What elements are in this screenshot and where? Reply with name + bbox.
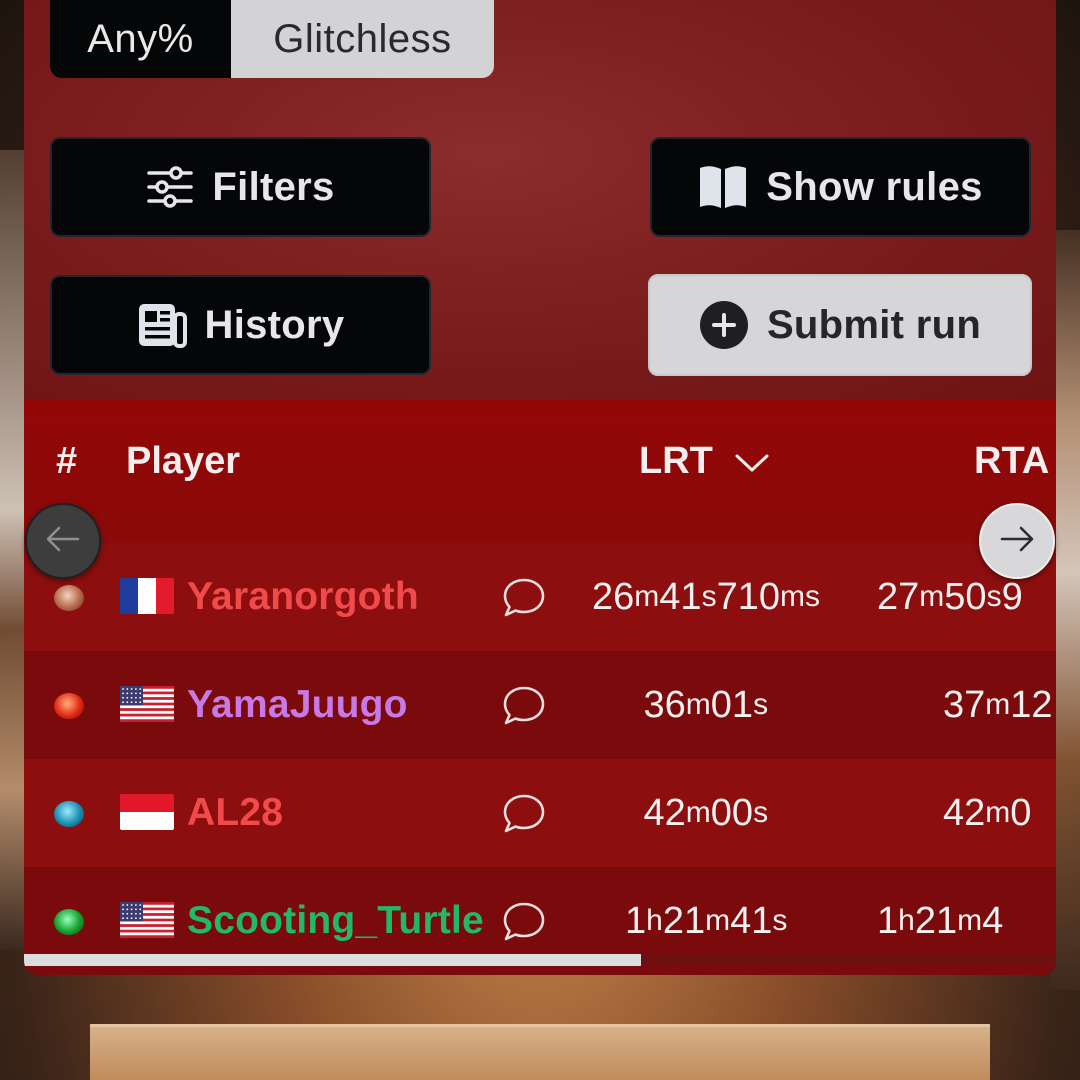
arrow-left-icon bbox=[45, 525, 81, 558]
red-trophy-icon bbox=[54, 693, 84, 719]
sliders-icon bbox=[146, 166, 194, 208]
rta-time: 42 m 0 bbox=[943, 791, 1032, 834]
show-rules-label: Show rules bbox=[766, 164, 983, 209]
horizontal-scrollbar[interactable] bbox=[24, 954, 1056, 966]
scroll-right-button[interactable] bbox=[979, 503, 1055, 579]
rank-header: # bbox=[56, 440, 78, 482]
player-name-link[interactable]: AL28 bbox=[187, 759, 283, 867]
comment-icon[interactable] bbox=[502, 793, 546, 840]
lrt-header-label: LRT bbox=[639, 440, 713, 482]
table-row[interactable]: Yaranorgoth 26 m 41 s 710 ms 27 m 50 s 9 bbox=[24, 543, 1056, 651]
comment-icon[interactable] bbox=[502, 577, 546, 624]
newspaper-icon bbox=[137, 302, 187, 348]
scroll-left-button[interactable] bbox=[25, 503, 101, 579]
leaderboard-table: # Player LRT RTA Yaranorgoth 26 m 41 s 710 m… bbox=[24, 400, 1056, 975]
player-name-link[interactable]: YamaJuugo bbox=[187, 651, 408, 759]
book-icon bbox=[698, 164, 748, 210]
show-rules-button[interactable]: Show rules bbox=[650, 137, 1031, 237]
rta-time: 37 m 12 bbox=[943, 683, 1053, 726]
lrt-header[interactable]: LRT bbox=[639, 440, 769, 483]
filters-label: Filters bbox=[212, 164, 335, 209]
table-row[interactable]: YamaJuugo 36 m 01 s 37 m 12 bbox=[24, 651, 1056, 759]
blue-trophy-icon bbox=[54, 801, 84, 827]
category-tabs: Any% Glitchless bbox=[50, 0, 494, 78]
usa-flag-icon bbox=[120, 686, 174, 722]
chevron-down-icon bbox=[735, 440, 769, 483]
leaderboard-card: Any% Glitchless Filters Show rules Histo… bbox=[24, 0, 1056, 975]
player-header: Player bbox=[126, 440, 241, 482]
submit-run-label: Submit run bbox=[766, 302, 982, 347]
lrt-time: 42 m 00 s bbox=[643, 791, 769, 834]
player-name-link[interactable]: Yaranorgoth bbox=[187, 543, 419, 651]
filters-button[interactable]: Filters bbox=[50, 137, 431, 237]
comment-icon[interactable] bbox=[502, 685, 546, 732]
next-panel-edge bbox=[90, 1024, 990, 1080]
usa-flag-icon bbox=[120, 902, 174, 938]
rta-header[interactable]: RTA bbox=[974, 440, 1049, 483]
history-button[interactable]: History bbox=[50, 275, 431, 375]
arrow-right-icon bbox=[999, 525, 1035, 558]
lrt-time: 36 m 01 s bbox=[643, 683, 769, 726]
comment-icon[interactable] bbox=[502, 901, 546, 948]
green-trophy-icon bbox=[54, 909, 84, 935]
submit-run-button[interactable]: Submit run bbox=[648, 274, 1032, 376]
lrt-time: 26 m 41 s 710 ms bbox=[592, 575, 820, 618]
tab-any-percent[interactable]: Any% bbox=[50, 0, 231, 78]
table-row[interactable]: AL28 42 m 00 s 42 m 0 bbox=[24, 759, 1056, 867]
tab-glitchless[interactable]: Glitchless bbox=[231, 0, 494, 78]
plus-circle-icon bbox=[699, 300, 749, 350]
history-label: History bbox=[204, 302, 345, 347]
table-header: # Player LRT RTA bbox=[24, 400, 1056, 543]
indonesia-flag-icon bbox=[120, 794, 174, 830]
france-flag-icon bbox=[120, 578, 174, 614]
scrollbar-thumb[interactable] bbox=[24, 954, 641, 966]
gold-trophy-icon bbox=[54, 585, 84, 611]
